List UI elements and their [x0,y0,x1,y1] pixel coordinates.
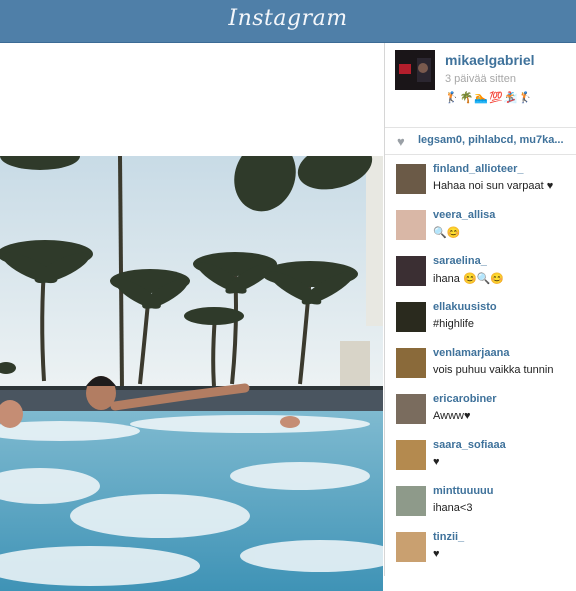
post-owner-header: mikaelgabriel 3 päivää sitten 🏌🌴🏊💯🏂🏌 [385,43,576,128]
commenter-avatar[interactable] [396,302,426,332]
photo-panel [0,43,383,591]
comment-text: #highlife [433,318,474,330]
comment-text: vois puhuu vaikka tunnin [433,364,554,376]
comment-item: saraelina_ ihana 😊🔍😊 [385,249,576,295]
commenter-username[interactable]: minttuuuuu [433,485,493,497]
comment-item: tinzii_ ♥ [385,525,576,571]
commenter-username[interactable]: venlamarjaana [433,347,509,359]
commenter-avatar[interactable] [396,348,426,378]
likes-row: ♥ legsam0, pihlabcd, mu7ka... [385,128,576,155]
commenter-username[interactable]: saara_sofiaaa [433,439,506,451]
post-sidebar: mikaelgabriel 3 päivää sitten 🏌🌴🏊💯🏂🏌 ♥ l… [384,43,576,576]
likes-list[interactable]: legsam0, pihlabcd, mu7ka... [418,134,564,146]
instagram-logo[interactable]: Instagram [0,6,576,31]
pool-scene-image [0,156,383,591]
commenter-avatar[interactable] [396,532,426,562]
commenter-avatar[interactable] [396,256,426,286]
comment-text: ihana<3 [433,502,473,514]
commenter-username[interactable]: saraelina_ [433,255,487,267]
top-bar: Instagram [0,0,576,43]
comment-text: 🔍😊 [433,227,461,239]
commenter-avatar[interactable] [396,394,426,424]
commenter-avatar[interactable] [396,440,426,470]
post-photo[interactable] [0,156,383,591]
comment-item: ellakuusisto #highlife [385,295,576,341]
commenter-avatar[interactable] [396,164,426,194]
owner-avatar[interactable] [395,50,435,90]
commenter-username[interactable]: ellakuusisto [433,301,497,313]
comment-text: ♥ [433,456,440,468]
comment-item: ericarobiner Awww♥ [385,387,576,433]
comment-text: Hahaa noi sun varpaat ♥ [433,180,554,192]
comment-item: venlamarjaana vois puhuu vaikka tunnin [385,341,576,387]
comment-text: ihana 😊🔍😊 [433,273,505,285]
comment-item: finland_allioteer_ Hahaa noi sun varpaat… [385,157,576,203]
owner-username[interactable]: mikaelgabriel [445,52,535,68]
commenter-username[interactable]: ericarobiner [433,393,497,405]
post-timestamp: 3 päivää sitten [445,73,516,85]
commenter-avatar[interactable] [396,486,426,516]
comment-item: saara_sofiaaa ♥ [385,433,576,479]
comment-item: veera_allisa 🔍😊 [385,203,576,249]
commenter-avatar[interactable] [396,210,426,240]
commenter-username[interactable]: veera_allisa [433,209,495,221]
post-caption: 🏌🌴🏊💯🏂🏌 [445,92,534,104]
comment-text: Awww♥ [433,410,471,422]
comment-text: ♥ [433,548,440,560]
profile-photo-icon [395,50,435,90]
commenter-username[interactable]: finland_allioteer_ [433,163,523,175]
comment-item: minttuuuuu ihana<3 [385,479,576,525]
commenter-username[interactable]: tinzii_ [433,531,464,543]
heart-icon[interactable]: ♥ [397,134,405,149]
comments-list: finland_allioteer_ Hahaa noi sun varpaat… [385,157,576,577]
